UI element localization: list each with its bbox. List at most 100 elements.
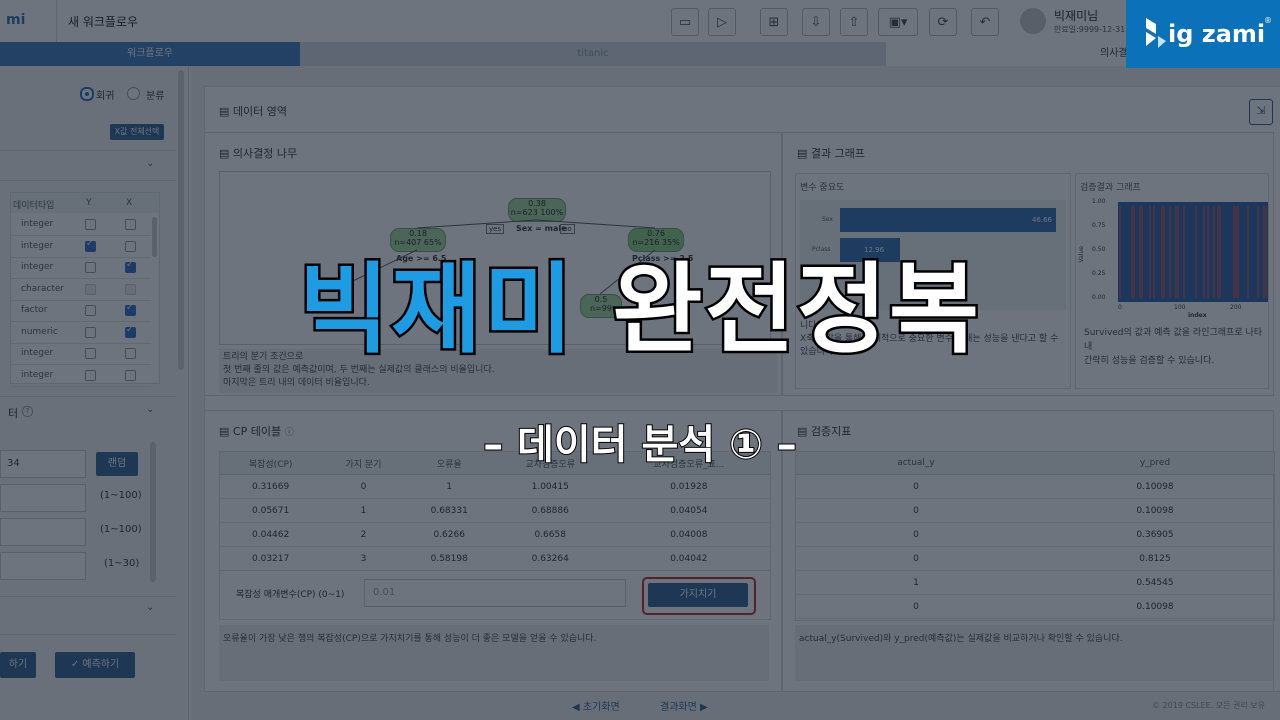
top-bar: mi 새 워크플로우 ▭ ▷ ⊞ ⇩ ⇧ ▣▾ ⟳ ↶ 빅재미님 만료일:999…: [0, 0, 1280, 43]
tree-panel: ▤ 의사결정 나무 0.38 n=623 100% yes Sex = male …: [204, 132, 782, 396]
table-cell: 0: [321, 474, 406, 499]
predict-button[interactable]: ✓ 예측하기: [55, 652, 135, 678]
x-checkbox[interactable]: [125, 283, 136, 295]
table-row[interactable]: 0.04462 2 0.6266 0.6658 0.04008: [220, 522, 770, 547]
x-checkbox[interactable]: [125, 369, 136, 381]
table-row[interactable]: 00.8125: [796, 618, 1274, 620]
col-y: Y: [86, 198, 92, 208]
y-checkbox[interactable]: [85, 219, 96, 230]
left-scrollbar[interactable]: [178, 70, 184, 370]
y-checkbox[interactable]: [85, 326, 96, 338]
chevron-down-icon[interactable]: ⌄: [146, 158, 154, 169]
x-checkbox[interactable]: [125, 348, 136, 359]
param-input-2[interactable]: [0, 518, 86, 546]
x-checkbox[interactable]: [125, 219, 136, 230]
table-cell: 0.04008: [607, 522, 770, 547]
train-button[interactable]: 하기: [0, 652, 36, 678]
val-ylabel: Value: [1078, 246, 1085, 263]
avatar[interactable]: [1020, 8, 1046, 34]
tab-decision-tree-label: 의사결: [1100, 48, 1128, 59]
validation-graph-box: 검증결과 그래프 Value 1.00 0.75 0.50 0.25 0.00 0 100…: [1075, 173, 1269, 389]
variable-type: integer: [21, 219, 54, 229]
table-row[interactable]: 0 0.10098: [796, 594, 1274, 619]
cp-param-placeholder: 0.01: [373, 587, 396, 598]
result-link[interactable]: 결과화면 ▶: [660, 698, 708, 713]
export-icon[interactable]: ⇧: [840, 8, 868, 36]
tab-workflow[interactable]: 워크플로우: [0, 42, 300, 66]
table-row[interactable]: 0 0.10098: [796, 474, 1274, 499]
bigzami-b-icon: [1142, 16, 1166, 50]
fit-icon[interactable]: ⊞: [760, 8, 788, 36]
import-icon[interactable]: ⇩: [802, 8, 830, 36]
radio-classification[interactable]: [127, 87, 140, 100]
chevron-down-icon[interactable]: ⌄: [146, 602, 154, 613]
table-row[interactable]: 00.8125: [796, 546, 1274, 571]
variable-row: integer: [11, 343, 151, 365]
val-y-tick: 0.50: [1092, 246, 1106, 253]
divider: [0, 634, 176, 635]
cp-description: 오류율이 가장 낮은 행의 복잡성(CP)으로 가지치기를 통해 성능이 더 좋…: [219, 625, 769, 681]
table-cell: 1: [321, 498, 406, 523]
table-row[interactable]: 0.03217 3 0.58198 0.63264 0.04042: [220, 546, 770, 570]
y-checkbox[interactable]: [85, 369, 96, 381]
variable-row: integer: [11, 257, 151, 279]
table-cell: 2: [321, 522, 406, 547]
table-cell: 0.68886: [492, 498, 608, 523]
table-cell: 0.68331: [405, 498, 493, 523]
app-logo: mi: [6, 12, 26, 28]
val-xlabel: index: [1188, 312, 1207, 319]
y-checkbox[interactable]: [85, 348, 96, 359]
variable-type: numeric: [21, 326, 58, 337]
y-checkbox[interactable]: [85, 239, 96, 252]
x-checkbox[interactable]: [125, 325, 136, 338]
cp-table-body: 0.31669 0 1 1.00415 0.01928 0.05671 1 0.68331 0.…: [220, 474, 770, 570]
run-icon[interactable]: ▷: [708, 8, 736, 36]
tab-titanic[interactable]: titanic: [300, 42, 886, 66]
table-cell: 0: [796, 546, 1036, 571]
table-cell: 0.63264: [492, 546, 608, 570]
variable-type: character: [21, 283, 65, 294]
y-checkbox[interactable]: [85, 283, 96, 295]
select-all-x-button[interactable]: X값 전체선택: [110, 124, 164, 140]
refresh-icon[interactable]: ⟳: [929, 8, 957, 36]
table-row[interactable]: 1 0.54545: [796, 570, 1274, 595]
table-cell: 0.04054: [607, 498, 770, 523]
variable-type: integer: [21, 240, 54, 251]
table-cell: 0: [796, 594, 1036, 619]
save-icon[interactable]: ▣▾: [878, 8, 918, 36]
var-importance-chart: Sex 46.66 Pclass 12.96: [800, 200, 1066, 310]
x-checkbox[interactable]: [125, 260, 136, 273]
var-importance-title: 변수 중요도: [800, 183, 845, 193]
y-checkbox[interactable]: [85, 305, 96, 316]
radio-regression[interactable]: [80, 87, 94, 101]
prune-button[interactable]: 가지치기: [648, 583, 748, 607]
table-row[interactable]: 0 0.36905: [796, 522, 1274, 547]
table-row[interactable]: 0.05671 1 0.68331 0.68886 0.04054: [220, 498, 770, 523]
var-bar-2: 12.96: [840, 238, 900, 262]
val-y-tick: 0.25: [1092, 270, 1106, 277]
scrollbar[interactable]: [152, 217, 157, 257]
table-cell: 0.8125: [1035, 546, 1274, 571]
cp-param-input[interactable]: 0.01: [364, 579, 626, 607]
workflow-title: 새 워크플로우: [68, 15, 139, 29]
undo-icon[interactable]: ↶: [971, 8, 999, 36]
radio-classification-label: 분류: [146, 91, 165, 102]
y-checkbox[interactable]: [85, 262, 96, 273]
x-checkbox[interactable]: [125, 240, 136, 252]
table-cell: 1.00415: [492, 474, 608, 499]
table-cell: 1: [405, 474, 493, 499]
divider: [56, 0, 57, 42]
var-name-1: Sex: [822, 216, 833, 223]
home-link[interactable]: ◀ 초기화면: [572, 698, 620, 713]
cp-param-label: 복잡성 매개변수(CP) (0~1): [236, 590, 345, 600]
expand-icon[interactable]: ⇲: [1249, 99, 1273, 125]
table-row[interactable]: 0 0.10098: [796, 498, 1274, 523]
val-y-tick: 0.75: [1092, 222, 1106, 229]
param-input-3[interactable]: [0, 552, 86, 580]
table-row[interactable]: 0.31669 0 1 1.00415 0.01928: [220, 474, 770, 499]
table-cell: 0: [796, 474, 1036, 499]
range-label-1: (1~100): [100, 490, 142, 501]
x-checkbox[interactable]: [125, 303, 136, 316]
param-input-1[interactable]: [0, 484, 86, 512]
new-doc-icon[interactable]: ▭: [671, 8, 699, 36]
